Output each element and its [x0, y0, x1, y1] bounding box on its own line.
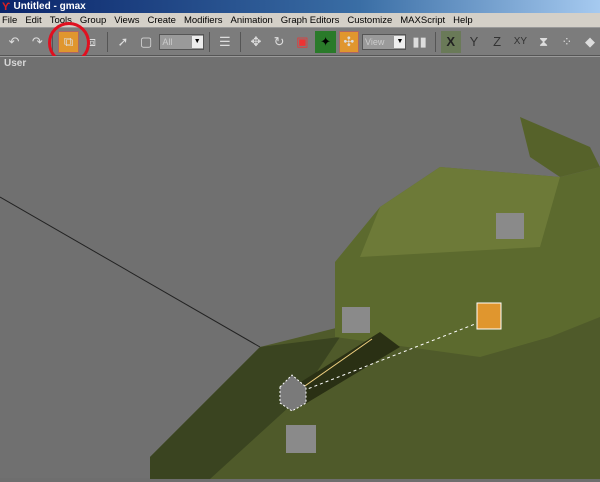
reference-coord-dropdown[interactable]: View ▼ [362, 33, 407, 50]
pivot-icon[interactable]: ✣ [338, 30, 360, 53]
move-icon[interactable]: ✥ [246, 31, 266, 53]
menu-maxscript[interactable]: MAXScript [400, 15, 445, 26]
main-toolbar: ↶ ↷ ⧉ ⧈ ➚ ▢ All ▼ ☰ ✥ ↻ ▣ ✦ ✣ View ▼ ▮▮ X … [0, 27, 600, 56]
scale-icon[interactable]: ▣ [292, 31, 312, 53]
menu-edit[interactable]: Edit [25, 15, 41, 26]
dummy-box [496, 213, 524, 239]
region-select-icon[interactable]: ▢ [136, 31, 156, 53]
pivot-center-icon[interactable]: ▮▮ [409, 31, 429, 53]
reference-coord-value: View [365, 36, 385, 47]
menu-views[interactable]: Views [114, 15, 139, 26]
selection-filter-value: All [162, 36, 173, 47]
menu-create[interactable]: Create [147, 15, 176, 26]
dummy-box [342, 307, 370, 333]
axis-z-button[interactable]: Z [487, 31, 507, 53]
link-cursor-icon [476, 302, 502, 330]
gmax-logo-icon: Ƴ [2, 0, 11, 13]
axis-x-button[interactable]: X [440, 30, 461, 53]
axis-xy-button[interactable]: XY [510, 31, 530, 53]
menu-customize[interactable]: Customize [347, 15, 392, 26]
redo-icon[interactable]: ↷ [27, 31, 47, 53]
align-icon[interactable]: ◆ [580, 31, 600, 53]
rotate-icon[interactable]: ↻ [269, 31, 289, 53]
scene [0, 117, 600, 479]
selection-filter-dropdown[interactable]: All ▼ [159, 33, 204, 50]
mirror-icon[interactable]: ⧗ [533, 31, 553, 53]
menu-bar: File Edit Tools Group Views Create Modif… [0, 13, 600, 27]
viewport-user[interactable]: User [0, 56, 600, 479]
chevron-down-icon: ▼ [191, 35, 203, 48]
select-arrow-icon[interactable]: ➚ [113, 31, 133, 53]
separator [434, 31, 436, 52]
menu-help[interactable]: Help [453, 15, 473, 26]
select-by-name-icon[interactable]: ☰ [215, 31, 235, 53]
manipulate-icon[interactable]: ✦ [315, 30, 336, 53]
menu-graph-editors[interactable]: Graph Editors [281, 15, 340, 26]
grid-line [0, 196, 261, 348]
array-icon[interactable]: ⁘ [557, 31, 577, 53]
window-title: Untitled - gmax [13, 1, 86, 12]
turret-hatch [520, 117, 600, 177]
menu-file[interactable]: File [2, 15, 17, 26]
separator [106, 31, 108, 52]
menu-group[interactable]: Group [80, 15, 106, 26]
menu-modifiers[interactable]: Modifiers [184, 15, 223, 26]
menu-animation[interactable]: Animation [231, 15, 273, 26]
chevron-down-icon: ▼ [394, 35, 406, 48]
viewport-label[interactable]: User [4, 58, 26, 69]
separator [208, 31, 210, 52]
axis-y-button[interactable]: Y [464, 31, 484, 53]
turret-top [360, 167, 560, 257]
separator [239, 31, 241, 52]
undo-icon[interactable]: ↶ [4, 31, 24, 53]
dummy-box [286, 425, 316, 453]
title-bar: Ƴ Untitled - gmax [0, 0, 600, 13]
